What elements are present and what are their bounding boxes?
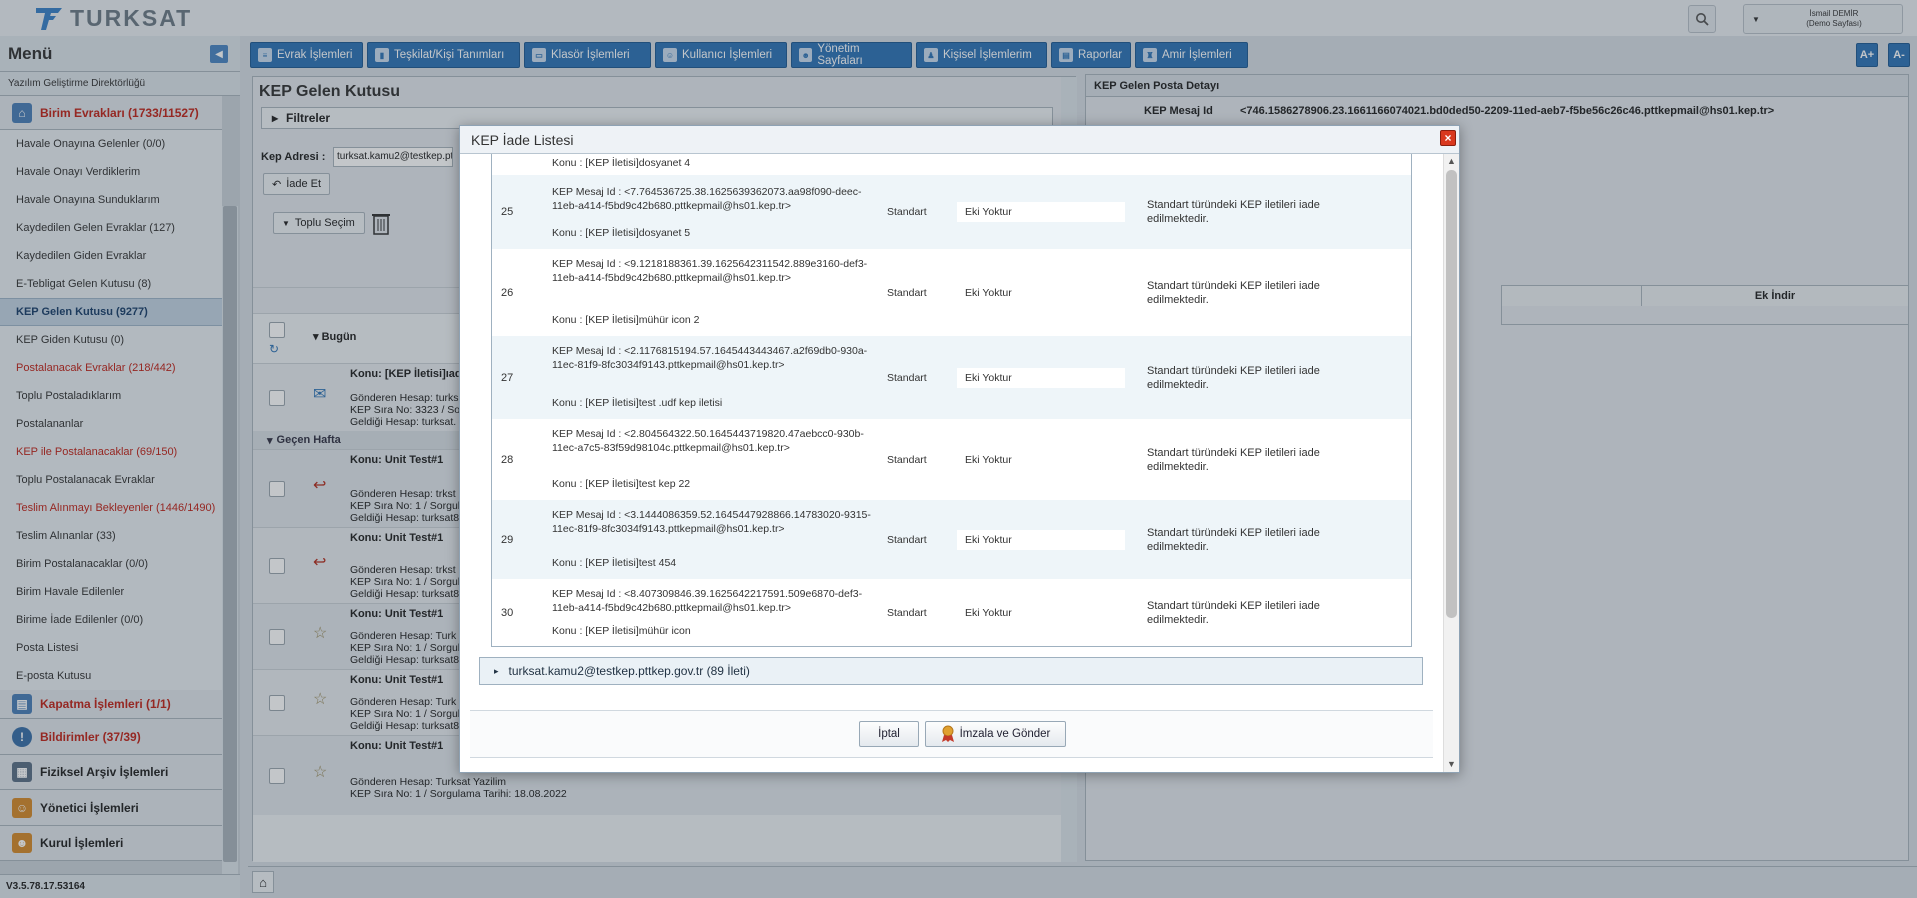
row-number: 28	[501, 453, 514, 466]
konu-text: Konu : [KEP İletisi]dosyanet 5	[552, 227, 691, 239]
table-row[interactable]: 25 KEP Mesaj Id : <7.764536725.38.1625639…	[492, 175, 1411, 249]
attachment-status: Eki Yoktur	[957, 449, 1125, 470]
table-row[interactable]: 29 KEP Mesaj Id : <3.1444086359.52.164544…	[492, 500, 1411, 579]
scroll-down-icon[interactable]: ▼	[1444, 757, 1459, 771]
row-number: 30	[501, 607, 514, 619]
iade-table: Konu : [KEP İletisi]dosyanet 4 25 KEP Mes…	[491, 154, 1412, 647]
kep-message-id: KEP Mesaj Id : <3.1444086359.52.16454479…	[552, 509, 871, 535]
attachment-status: Eki Yoktur	[957, 202, 1125, 222]
account-group-toggle[interactable]: ▸ turksat.kamu2@testkep.pttkep.gov.tr (8…	[479, 657, 1423, 685]
iade-message: Standart türündeki KEP iletileri iade ed…	[1147, 446, 1320, 473]
message-type: Standart	[887, 286, 927, 299]
sign-and-send-button[interactable]: İmzala ve Gönder	[925, 721, 1066, 747]
message-type: Standart	[887, 453, 927, 466]
table-row[interactable]: 27 KEP Mesaj Id : <2.1176815194.57.164544…	[492, 336, 1411, 419]
iade-message: Standart türündeki KEP iletileri iade ed…	[1147, 526, 1320, 553]
row-number: 27	[501, 371, 514, 384]
modal-header: KEP İade Listesi	[460, 126, 1459, 154]
scroll-up-icon[interactable]: ▲	[1444, 154, 1459, 168]
close-icon[interactable]: ×	[1440, 130, 1456, 146]
modal-scrollbar[interactable]: ▲ ▼	[1443, 154, 1459, 772]
iade-message: Standart türündeki KEP iletileri iade ed…	[1147, 364, 1320, 391]
row-number: 25	[501, 206, 514, 218]
kep-message-id: KEP Mesaj Id : <2.804564322.50.164544371…	[552, 428, 864, 454]
message-type: Standart	[887, 371, 927, 384]
table-row[interactable]: 26 KEP Mesaj Id : <9.1218188361.39.162564…	[492, 249, 1411, 336]
table-row-partial: Konu : [KEP İletisi]dosyanet 4	[492, 154, 1411, 175]
kep-message-id: KEP Mesaj Id : <2.1176815194.57.16454434…	[552, 345, 868, 371]
iade-message: Standart türündeki KEP iletileri iade ed…	[1147, 600, 1320, 626]
attachment-status: Eki Yoktur	[957, 603, 1125, 623]
attachment-status: Eki Yoktur	[957, 282, 1125, 303]
iade-message: Standart türündeki KEP iletileri iade ed…	[1147, 279, 1320, 306]
message-type: Standart	[887, 533, 927, 546]
attachment-status: Eki Yoktur	[957, 529, 1125, 550]
konu-text: Konu : [KEP İletisi]test kep 22	[552, 478, 691, 490]
app-root: TURKSAT ▼ İsmail DEMİR (Demo Sayfası) Me…	[0, 0, 1917, 898]
modal-body: Konu : [KEP İletisi]dosyanet 4 25 KEP Mes…	[460, 154, 1443, 774]
scroll-thumb[interactable]	[1446, 170, 1457, 618]
modal-footer: İptal İmzala ve Gönder	[470, 710, 1433, 758]
iade-message: Standart türündeki KEP iletileri iade ed…	[1147, 199, 1320, 225]
chevron-right-icon: ▸	[494, 665, 499, 676]
message-type: Standart	[887, 206, 927, 218]
seal-icon	[941, 725, 954, 742]
konu-text: Konu : [KEP İletisi]test .udf kep iletis…	[552, 397, 723, 409]
table-row[interactable]: 30 KEP Mesaj Id : <8.407309846.39.1625642…	[492, 579, 1411, 646]
konu-text: Konu : [KEP İletisi]test 454	[552, 557, 677, 569]
konu-text: Konu : [KEP İletisi]mühür icon	[552, 625, 691, 637]
account-group-label: turksat.kamu2@testkep.pttkep.gov.tr (89 …	[508, 664, 750, 678]
konu-text: Konu : [KEP İletisi]mühür icon 2	[552, 314, 700, 326]
table-row[interactable]: 28 KEP Mesaj Id : <2.804564322.50.1645443…	[492, 419, 1411, 500]
kep-iade-modal: KEP İade Listesi × Konu : [KEP İletisi]d…	[459, 125, 1460, 773]
konu-text: Konu : [KEP İletisi]dosyanet 4	[552, 157, 691, 169]
kep-message-id: KEP Mesaj Id : <8.407309846.39.162564221…	[552, 588, 863, 614]
kep-message-id: KEP Mesaj Id : <7.764536725.38.162563936…	[552, 186, 862, 212]
message-type: Standart	[887, 607, 927, 619]
row-number: 26	[501, 286, 514, 299]
modal-title: KEP İade Listesi	[471, 131, 574, 148]
button-label: İmzala ve Gönder	[959, 728, 1051, 740]
row-number: 29	[501, 533, 514, 546]
cancel-button[interactable]: İptal	[859, 721, 919, 747]
attachment-status: Eki Yoktur	[957, 367, 1125, 388]
kep-message-id: KEP Mesaj Id : <9.1218188361.39.16256423…	[552, 258, 868, 284]
